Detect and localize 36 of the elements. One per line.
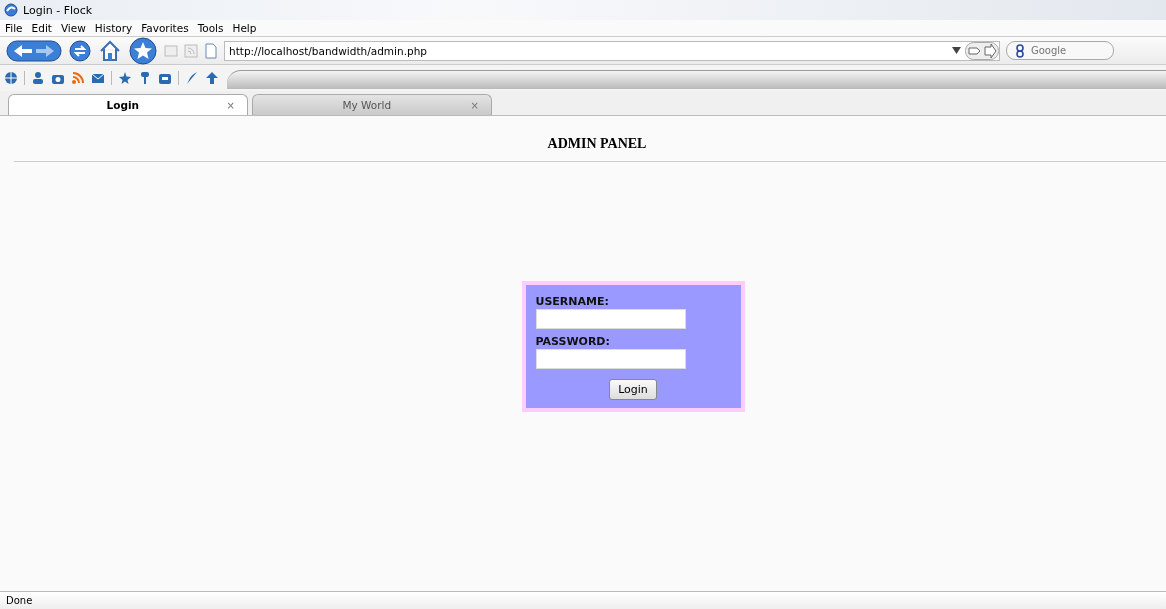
page-heading: ADMIN PANEL [14,136,1166,162]
menu-item[interactable]: View [60,22,86,34]
browser-tab[interactable]: My World × [252,94,492,115]
mail-icon[interactable] [91,71,105,85]
box-icon[interactable] [158,71,172,85]
home-icon[interactable] [98,38,122,63]
search-field[interactable]: Google [1006,41,1114,60]
menu-item[interactable]: File [5,22,23,34]
browser-logo-icon [4,3,18,17]
menu-item[interactable]: Favorites [141,22,189,34]
up-icon[interactable] [205,71,219,85]
globe-icon[interactable] [4,71,18,85]
text-field[interactable] [535,309,686,329]
field-label: USERNAME: [535,295,609,308]
reload-icon[interactable] [68,38,92,63]
field-label: PASSWORD: [535,335,610,348]
menu-item[interactable]: History [94,22,133,34]
login-button[interactable]: Login [609,379,657,400]
page-icon [204,42,218,59]
menu-item[interactable]: Help [232,22,257,34]
menu-item[interactable]: Edit [31,22,52,34]
address-field[interactable]: http://localhost/bandwidth/admin.php [224,40,1000,61]
star-icon[interactable] [118,71,132,85]
window-title: Login - Flock [23,3,93,17]
back-forward-icon[interactable] [6,38,62,63]
person-icon[interactable] [31,71,45,85]
dropdown-arrow-icon[interactable] [952,47,961,54]
status-text: Done [6,595,33,606]
browser-tab[interactable]: Login × [8,94,248,115]
search-engine-icon [1015,44,1025,58]
feed-icon[interactable] [71,71,85,85]
pin-icon[interactable] [138,71,152,85]
feather-icon[interactable] [185,71,199,85]
tab-close-button[interactable]: × [226,99,235,111]
text-field[interactable] [535,349,686,369]
menu-item[interactable]: Tools [197,22,224,34]
